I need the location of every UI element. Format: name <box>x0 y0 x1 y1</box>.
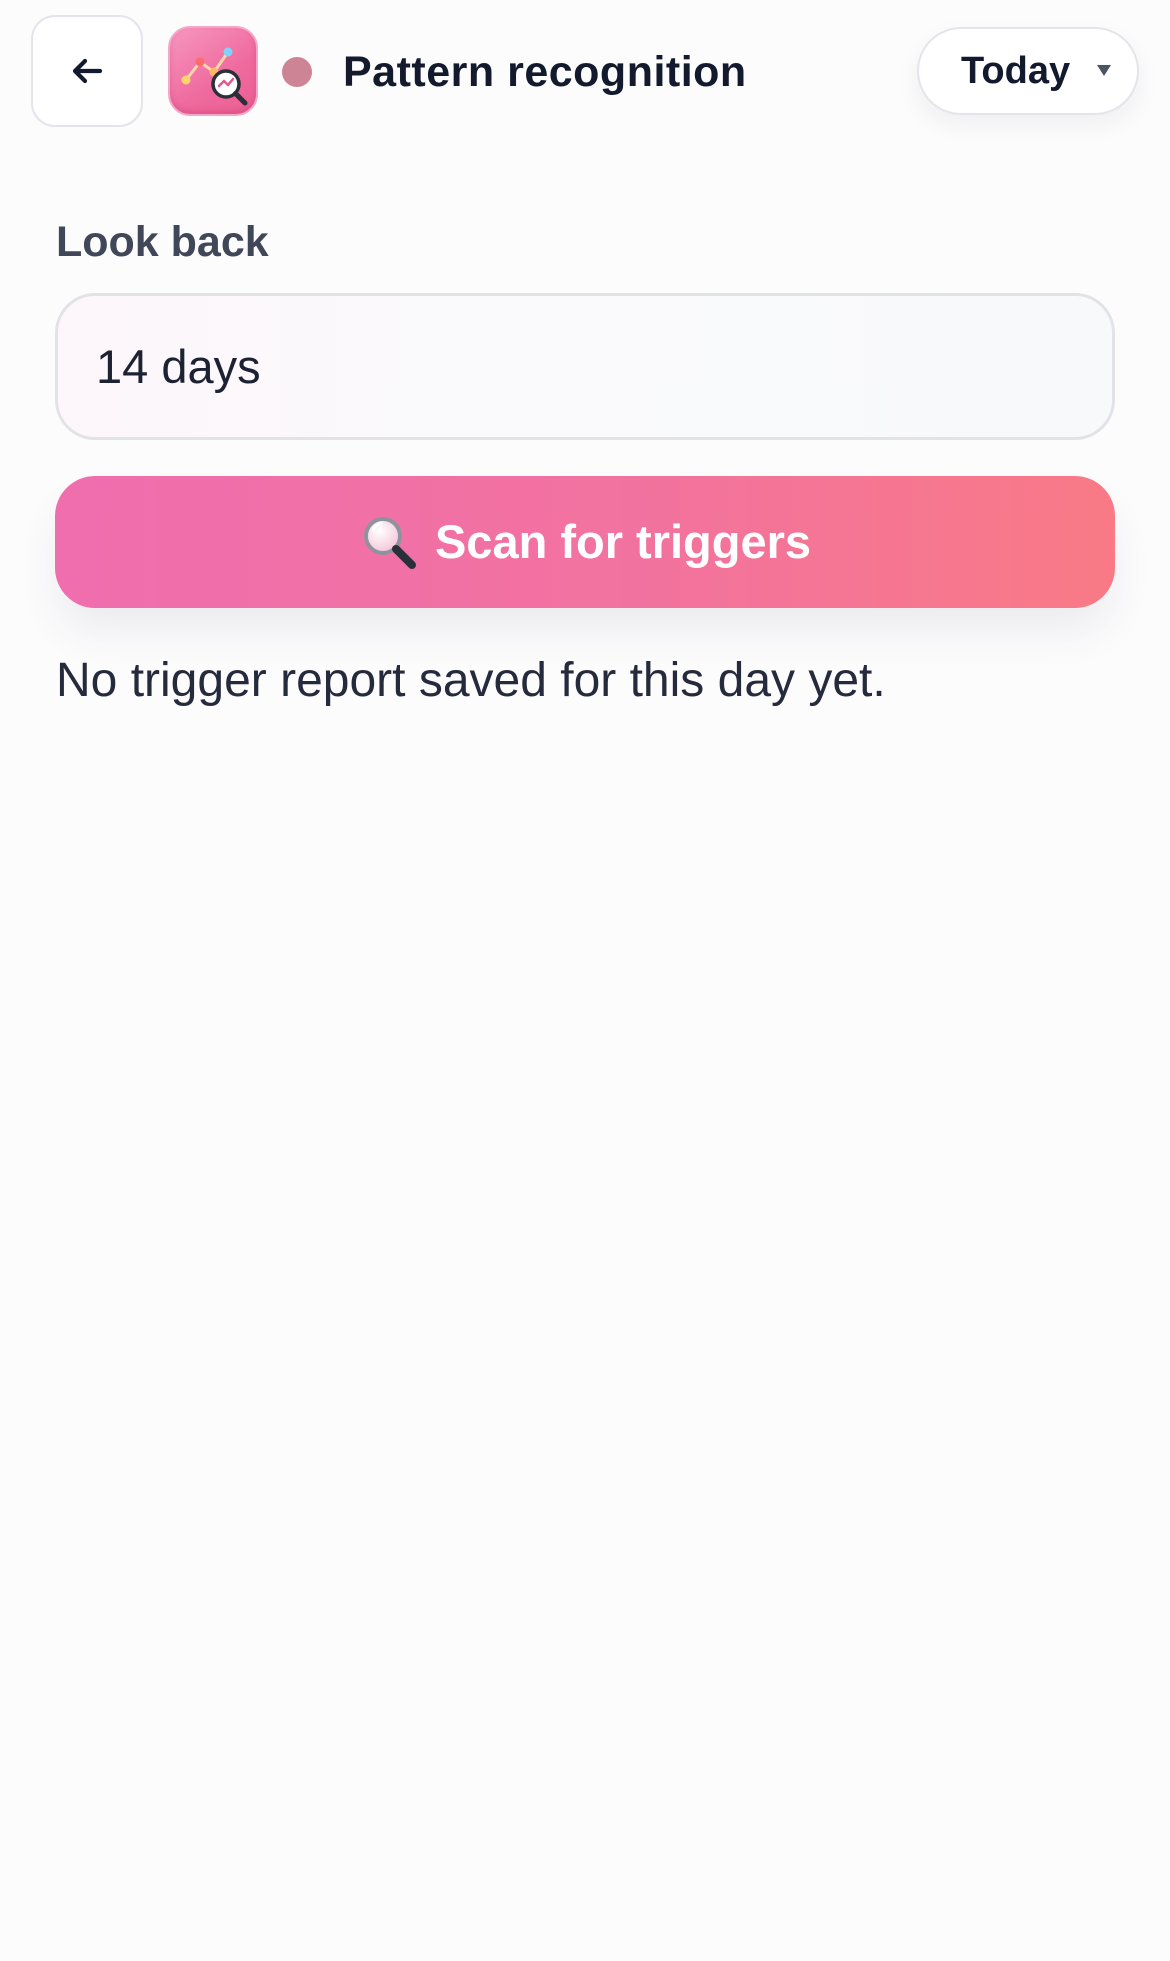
lookback-select[interactable]: 14 days <box>55 293 1115 440</box>
date-select-value: Today <box>961 50 1071 92</box>
top-bar: Pattern recognition Today <box>0 0 1170 145</box>
pattern-chart-magnifier-icon <box>181 47 248 106</box>
lookback-value: 14 days <box>96 339 261 393</box>
status-dot <box>282 57 312 87</box>
back-button[interactable] <box>31 15 143 127</box>
chevron-down-icon <box>1097 65 1111 76</box>
magnifier-icon <box>363 517 416 569</box>
date-select[interactable]: Today <box>917 27 1139 115</box>
pattern-recognition-screen: Pattern recognition Today Look back 14 d… <box>0 0 1170 1961</box>
page-title: Pattern recognition <box>343 48 747 96</box>
empty-state-message: No trigger report saved for this day yet… <box>56 654 886 707</box>
arrow-left-icon <box>72 58 103 84</box>
lookback-label: Look back <box>56 218 269 266</box>
app-icon <box>168 26 258 116</box>
scan-for-triggers-button[interactable]: Scan for triggers <box>55 476 1115 608</box>
scan-button-label: Scan for triggers <box>434 515 812 568</box>
